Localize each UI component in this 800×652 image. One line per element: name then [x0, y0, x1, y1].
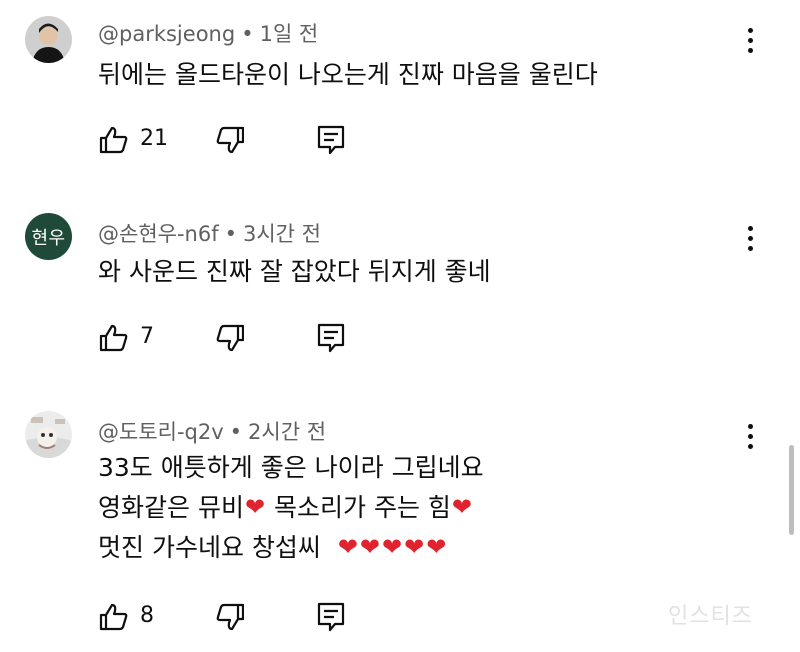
heart-emoji: ❤	[426, 533, 447, 561]
reply-icon	[317, 602, 345, 632]
reply-button[interactable]	[316, 322, 348, 354]
heart-emoji: ❤	[382, 533, 403, 561]
comment-text: 뒤에는 올드타운이 나오는게 진짜 마음을 울린다	[98, 55, 598, 95]
like-button[interactable]	[98, 322, 130, 354]
comment-meta: @parksjeong • 1일 전	[98, 18, 318, 48]
dislike-button[interactable]	[212, 124, 245, 156]
comment-line: 멋진 가수네요 창섭씨 ❤❤❤❤❤	[98, 528, 484, 568]
scrollbar-thumb[interactable]	[789, 445, 794, 535]
thumbs-up-icon	[99, 126, 128, 154]
thumbs-up-icon	[99, 324, 128, 352]
comment-time: 1일 전	[259, 22, 319, 46]
like-button[interactable]	[98, 124, 130, 156]
more-options-icon[interactable]	[740, 221, 760, 255]
comment-meta: @손현우-n6f • 3시간 전	[98, 218, 321, 248]
heart-emoji: ❤	[451, 493, 473, 521]
like-count: 21	[140, 126, 168, 151]
comment-author[interactable]: @parksjeong	[98, 22, 235, 46]
thumbs-down-icon	[216, 126, 245, 154]
separator-dot: •	[224, 222, 237, 246]
comment-line: 33도 애틋하게 좋은 나이라 그립네요	[98, 453, 484, 482]
like-count: 7	[140, 324, 154, 349]
user-avatar[interactable]	[25, 16, 72, 63]
user-avatar[interactable]: 현우	[25, 213, 72, 260]
avatar-initials: 현우	[31, 227, 66, 249]
reply-button[interactable]	[316, 124, 348, 156]
reply-button[interactable]	[316, 601, 348, 633]
comment-time: 2시간 전	[248, 420, 327, 444]
comment-line: 와 사운드 진짜 잘 잡았다 뒤지게 좋네	[98, 257, 491, 286]
user-avatar[interactable]	[25, 411, 72, 458]
more-options-icon[interactable]	[740, 23, 760, 57]
reply-icon	[317, 323, 345, 353]
more-options-icon[interactable]	[740, 419, 760, 453]
comment-line: 뒤에는 올드타운이 나오는게 진짜 마음을 울린다	[98, 60, 598, 89]
comment-text: 33도 애틋하게 좋은 나이라 그립네요 영화같은 뮤비❤ 목소리가 주는 힘❤…	[98, 448, 484, 568]
separator-dot: •	[241, 22, 254, 46]
watermark: 인스티즈	[668, 604, 753, 629]
thumbs-down-icon	[216, 324, 245, 352]
comment-text: 와 사운드 진짜 잘 잡았다 뒤지게 좋네	[98, 252, 491, 292]
like-button[interactable]	[98, 601, 130, 633]
like-count: 8	[140, 603, 154, 628]
thumbs-up-icon	[99, 603, 128, 631]
thumbs-down-icon	[216, 603, 245, 631]
reply-icon	[317, 125, 345, 155]
dislike-button[interactable]	[212, 322, 245, 354]
heart-emoji: ❤	[337, 533, 358, 561]
comment-author[interactable]: @손현우-n6f	[98, 222, 219, 246]
separator-dot: •	[229, 420, 243, 444]
heart-emoji: ❤	[244, 493, 266, 521]
dislike-button[interactable]	[212, 601, 245, 633]
comment-time: 3시간 전	[243, 222, 321, 246]
comment-line: 영화같은 뮤비❤ 목소리가 주는 힘❤	[98, 488, 484, 528]
comment-meta: @도토리-q2v • 2시간 전	[98, 416, 326, 446]
heart-emoji: ❤	[359, 533, 381, 561]
comment-author[interactable]: @도토리-q2v	[98, 420, 224, 444]
heart-emoji: ❤	[404, 533, 425, 561]
